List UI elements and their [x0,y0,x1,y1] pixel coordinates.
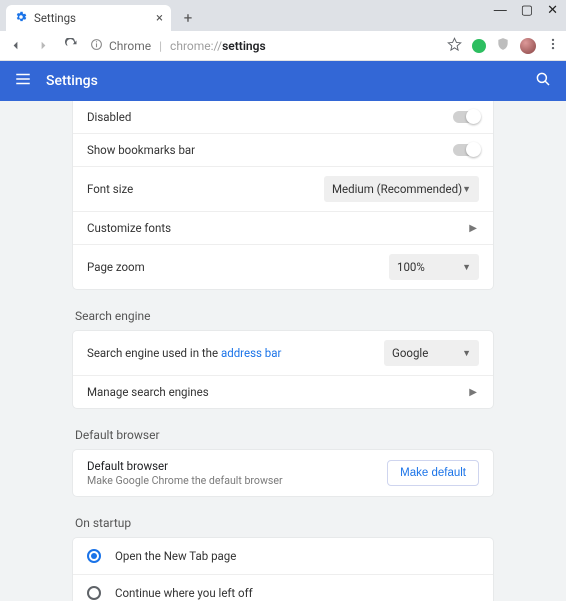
chrome-menu-icon[interactable] [546,37,560,54]
search-icon[interactable] [534,70,552,92]
toggle-off-icon[interactable] [453,111,479,123]
settings-page: Disabled Show bookmarks bar Font size Me… [0,101,566,601]
address-bar-link[interactable]: address bar [221,346,281,360]
search-engine-select[interactable]: Google ▼ [384,340,479,366]
close-window-button[interactable]: ✕ [547,2,558,12]
appearance-card: Disabled Show bookmarks bar Font size Me… [73,101,493,289]
search-engine-card: Search engine used in the address bar Go… [73,331,493,408]
page-zoom-select[interactable]: 100% ▼ [389,254,479,280]
section-on-startup: On startup [75,514,493,530]
section-search-engine: Search engine [75,307,493,323]
row-font-size[interactable]: Font size Medium (Recommended) ▼ [73,166,493,211]
chevron-right-icon: ▶ [469,223,479,234]
window-controls: — ▢ ✕ [486,0,566,14]
row-page-zoom[interactable]: Page zoom 100% ▼ [73,244,493,289]
bookmark-star-icon[interactable] [447,37,462,55]
on-startup-card: Open the New Tab page Continue where you… [73,538,493,601]
address-bar[interactable]: Chrome | chrome://settings [90,38,437,54]
profile-avatar[interactable] [520,38,536,54]
section-default-browser: Default browser [75,426,493,442]
shield-icon[interactable] [496,37,510,54]
toolbar-right [447,37,560,55]
chevron-right-icon: ▶ [469,387,479,398]
chevron-down-icon: ▼ [462,348,471,359]
row-manage-search-engines[interactable]: Manage search engines ▶ [73,375,493,408]
hamburger-menu-icon[interactable] [14,70,32,92]
row-default-browser: Default browser Make Google Chrome the d… [73,450,493,496]
chevron-down-icon: ▼ [462,184,471,195]
minimize-button[interactable]: — [494,2,507,12]
settings-header: Settings [0,61,566,101]
tab-strip: Settings × + [0,0,566,31]
chevron-down-icon: ▼ [462,262,471,273]
row-show-bookmarks[interactable]: Show bookmarks bar [73,133,493,166]
omnibox-path: chrome://settings [170,39,266,53]
startup-option-newtab[interactable]: Open the New Tab page [73,538,493,574]
radio-icon[interactable] [87,549,101,563]
back-button[interactable] [6,37,24,55]
new-tab-button[interactable]: + [177,7,199,29]
startup-option-continue[interactable]: Continue where you left off [73,574,493,601]
site-info-icon[interactable] [90,38,103,54]
make-default-button[interactable]: Make default [387,460,479,486]
gear-icon [14,10,28,27]
row-search-engine-used[interactable]: Search engine used in the address bar Go… [73,331,493,375]
tab-settings[interactable]: Settings × [6,5,171,31]
font-size-select[interactable]: Medium (Recommended) ▼ [324,176,479,202]
toggle-off-icon[interactable] [453,144,479,156]
row-disabled[interactable]: Disabled [73,101,493,133]
radio-icon[interactable] [87,586,101,600]
forward-button[interactable] [34,37,52,55]
maximize-button[interactable]: ▢ [521,2,533,12]
omnibox-host: Chrome [109,39,151,53]
row-customize-fonts[interactable]: Customize fonts ▶ [73,211,493,244]
extension-icon[interactable] [472,39,486,53]
tab-title: Settings [34,11,150,25]
settings-title: Settings [46,73,520,89]
browser-toolbar: Chrome | chrome://settings [0,31,566,61]
default-browser-card: Default browser Make Google Chrome the d… [73,450,493,496]
close-tab-icon[interactable]: × [156,12,163,25]
reload-button[interactable] [62,37,80,55]
